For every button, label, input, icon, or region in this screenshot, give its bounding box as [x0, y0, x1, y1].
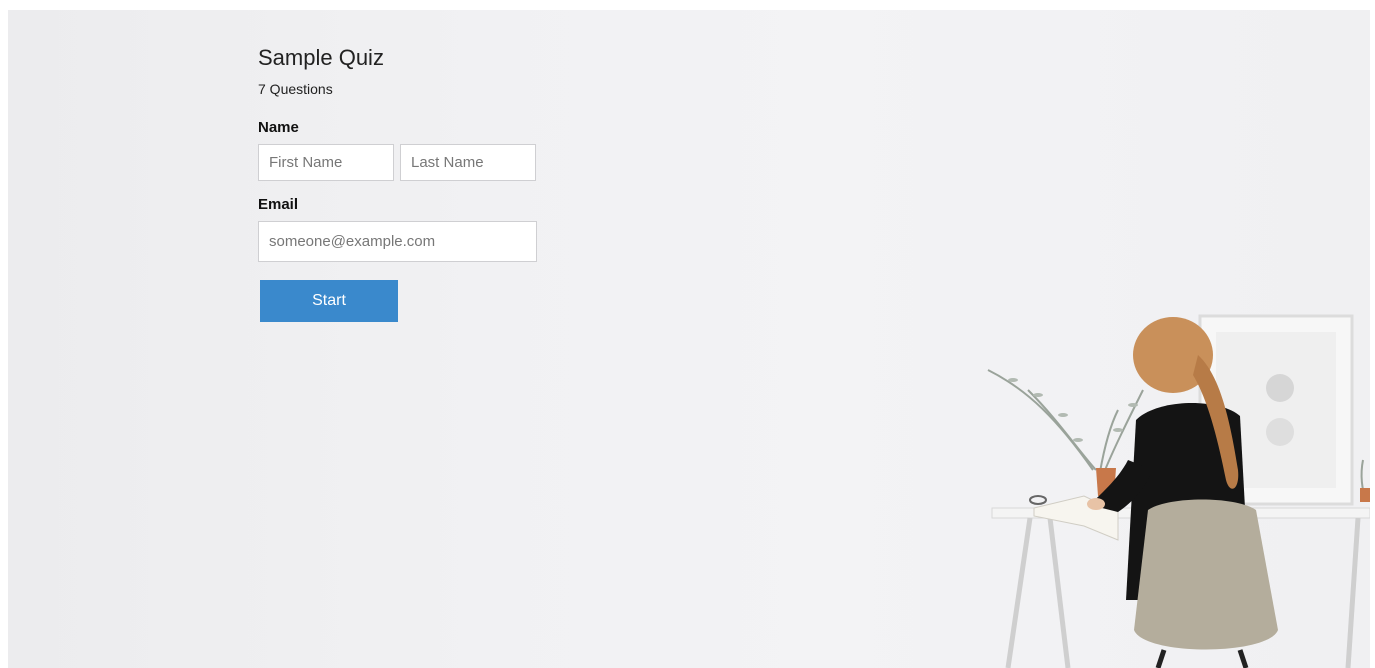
name-row: [258, 144, 558, 181]
quiz-page: Sample Quiz 7 Questions Name Email Start: [8, 10, 1370, 668]
quiz-title: Sample Quiz: [258, 45, 384, 70]
start-button[interactable]: Start: [260, 280, 398, 322]
name-label: Name: [258, 119, 299, 136]
email-label: Email: [258, 196, 299, 213]
woman-at-desk-icon: [987, 314, 1370, 668]
email-input[interactable]: [258, 221, 537, 262]
question-count: 7 Questions: [258, 81, 333, 97]
quiz-start-form: Sample Quiz 7 Questions Name Email Start: [258, 44, 558, 322]
last-name-input[interactable]: [400, 144, 536, 181]
first-name-input[interactable]: [258, 144, 394, 181]
